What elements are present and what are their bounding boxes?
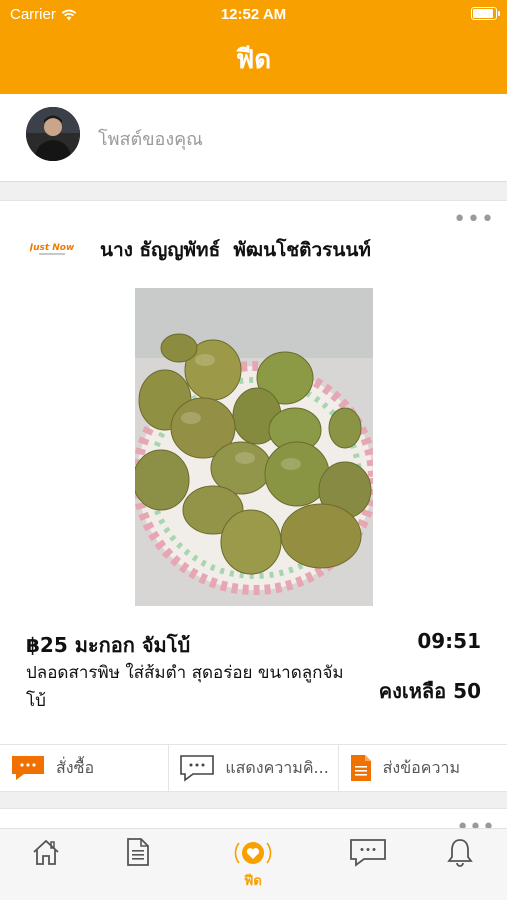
tab-feed-label: ฟีด [244, 874, 262, 889]
brand-logo: Just Now [28, 239, 75, 259]
status-time: 12:52 AM [220, 6, 287, 23]
status-bar: Carrier 12:52 AM [0, 0, 507, 30]
battery-icon [471, 7, 500, 20]
order-button-label: สั่งซื้อ [56, 757, 95, 777]
document-icon [127, 838, 149, 866]
battery-fill [473, 9, 493, 18]
comment-icon [180, 755, 215, 782]
home-icon [33, 839, 59, 865]
comment-button-label: แสดงความคิ... [225, 757, 329, 777]
product-photo[interactable] [135, 288, 373, 606]
product-title: ฿25 มะกอก จัมโบ้ [26, 633, 191, 657]
tab-messages[interactable] [338, 837, 398, 893]
avatar-image [26, 107, 80, 161]
tab-bar: ฟีด [0, 828, 507, 900]
tab-notifications[interactable] [430, 837, 490, 893]
tab-orders[interactable] [108, 837, 168, 893]
post-composer[interactable]: โพสต์ของคุณ [0, 94, 507, 182]
heart-feed-icon [234, 842, 272, 864]
bell-icon [447, 839, 473, 867]
avatar[interactable] [26, 107, 80, 161]
comment-button[interactable]: แสดงความคิ... [169, 745, 339, 791]
chat-bubble-icon [12, 756, 44, 780]
post-time: 09:51 [417, 629, 481, 653]
post-author[interactable]: นาง ธัญญพัทธ์ พัฒนโชติวรนนท์ [100, 235, 371, 265]
more-options-icon[interactable]: ••• [453, 207, 495, 232]
brand-logo-text: Just Now [30, 243, 74, 253]
product-description: ปลอดสารพิษ ใส่ส้มตำ สุดอร่อย ขนาดลูกจัมโ… [26, 663, 344, 711]
page-title: ฟีด [235, 45, 272, 75]
tab-feed[interactable]: ฟีด [223, 837, 283, 893]
send-message-label: ส่งข้อความ [382, 757, 460, 777]
composer-placeholder[interactable]: โพสต์ของคุณ [98, 124, 203, 153]
tab-home[interactable] [16, 837, 76, 893]
order-button[interactable]: สั่งซื้อ [0, 745, 170, 791]
message-icon [350, 839, 386, 867]
post-actions: สั่งซื้อ แสดงความคิ... ส่งข้อความ [0, 744, 507, 792]
document-icon [350, 755, 371, 781]
nav-bar: ฟีด [0, 30, 507, 94]
send-message-button[interactable]: ส่งข้อความ [339, 745, 507, 791]
feed-post: ••• Just Now นาง ธัญญพัทธ์ พัฒนโชติวรนนท… [0, 200, 507, 792]
stock-remaining: คงเหลือ 50 [378, 679, 481, 703]
